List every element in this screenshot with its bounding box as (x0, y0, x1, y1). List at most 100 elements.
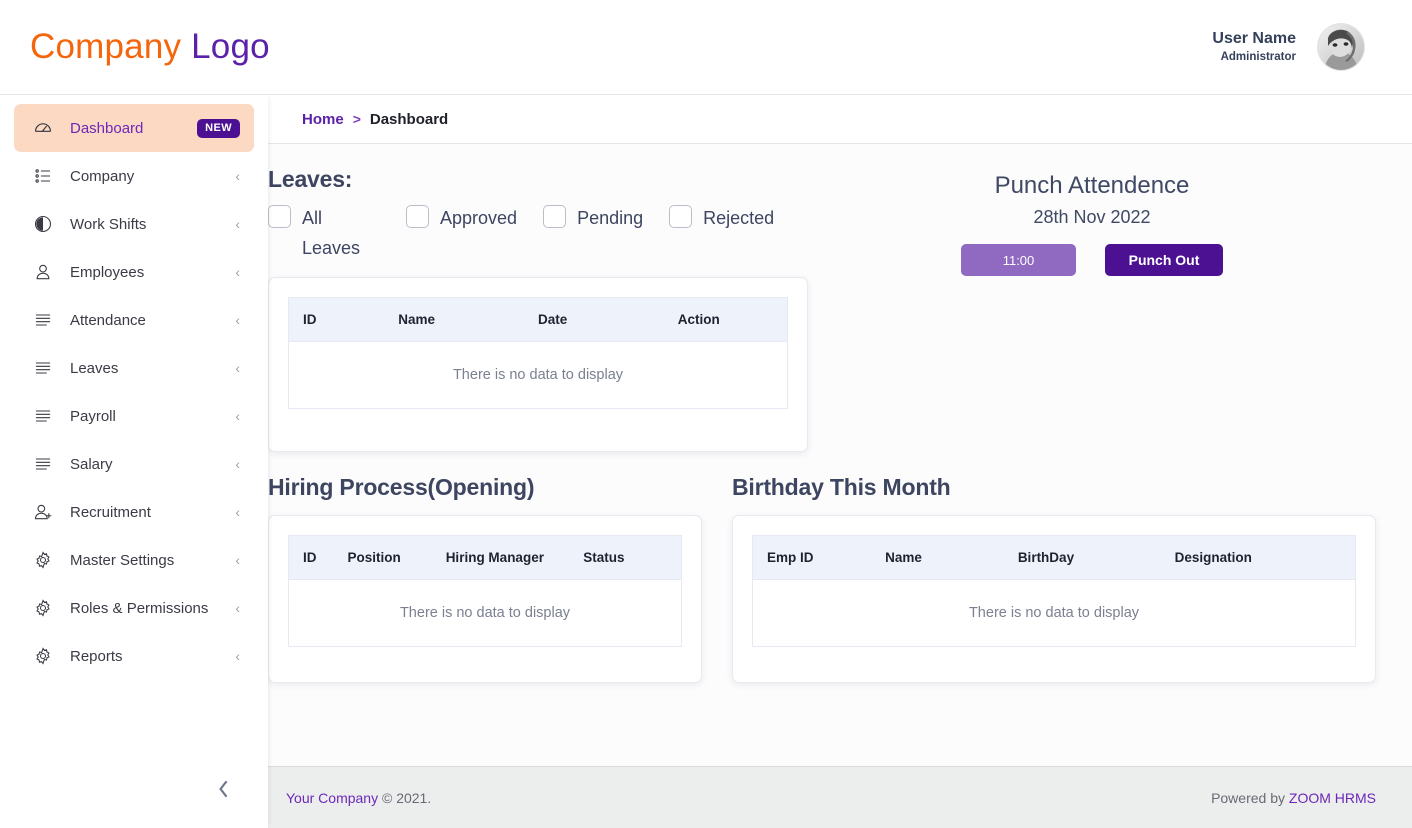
footer-company-link[interactable]: Your Company (286, 790, 378, 806)
hiring-table: ID Position Hiring Manager Status There … (288, 535, 683, 648)
column-header: ID (288, 535, 348, 581)
footer-left: Your Company © 2021. (286, 790, 431, 806)
table-row: There is no data to display (288, 341, 788, 410)
column-header: Date (537, 297, 678, 343)
sidebar-item-recruitment[interactable]: Recruitment ‹ (14, 488, 254, 536)
footer-powered-link[interactable]: ZOOM HRMS (1289, 790, 1376, 806)
logo-text-secondary: Logo (191, 27, 270, 66)
sidebar-item-label: Work Shifts (70, 215, 147, 233)
sidebar-item-leaves[interactable]: Leaves ‹ (14, 344, 254, 392)
user-role: Administrator (1220, 51, 1296, 64)
column-header: Hiring Manager (445, 535, 584, 581)
leaves-section: Leaves: All Leaves Approved Pending Reje… (268, 166, 808, 453)
chevron-left-icon: ‹ (235, 456, 240, 472)
column-header: BirthDay (1017, 535, 1175, 581)
chevron-left-icon: ‹ (235, 648, 240, 664)
gear-icon (30, 598, 56, 618)
sidebar-item-label: Company (70, 167, 135, 185)
sidebar-item-label: Roles & Permissions (70, 599, 209, 617)
chevron-left-icon: ‹ (235, 312, 240, 328)
filter-approved[interactable]: Approved (406, 204, 517, 234)
punch-date: 28th Nov 2022 (1033, 207, 1151, 227)
table-header-row: Emp ID Name BirthDay Designation (752, 535, 1356, 581)
sidebar-item-payroll[interactable]: Payroll ‹ (14, 392, 254, 440)
lines-icon (30, 310, 56, 330)
breadcrumb-separator: > (352, 111, 361, 127)
user-name: User Name (1212, 30, 1296, 48)
column-header: Designation (1174, 535, 1356, 581)
sidebar-item-salary[interactable]: Salary ‹ (14, 440, 254, 488)
filter-rejected[interactable]: Rejected (669, 204, 774, 234)
leaves-title: Leaves: (268, 166, 353, 192)
user-avatar-photo-icon (1318, 24, 1364, 70)
sidebar-item-employees[interactable]: Employees ‹ (14, 248, 254, 296)
speedometer-icon (30, 118, 56, 138)
sidebar-badge-new: NEW (197, 118, 240, 138)
column-header: Name (885, 535, 1018, 581)
punch-out-button[interactable]: Punch Out (1105, 244, 1223, 276)
leaves-card: ID Name Date Action There is no data to … (268, 277, 808, 453)
chevron-left-icon: ‹ (235, 168, 240, 184)
lines-icon (30, 406, 56, 426)
sidebar-item-label: Leaves (70, 359, 119, 377)
chevron-left-icon: ‹ (235, 408, 240, 424)
footer-right: Powered by ZOOM HRMS (1211, 790, 1376, 806)
main-area: Home > Dashboard Leaves: All Leaves Appr… (268, 95, 1412, 828)
chevron-left-icon: ‹ (235, 216, 240, 232)
empty-state-text: There is no data to display (752, 579, 1356, 648)
person-plus-icon (30, 502, 56, 522)
sidebar-item-master-settings[interactable]: Master Settings ‹ (14, 536, 254, 584)
column-header: Status (583, 535, 683, 581)
hiring-section: Hiring Process(Opening) ID Position Hiri… (268, 474, 702, 684)
breadcrumb-home-link[interactable]: Home (302, 111, 344, 128)
dashboard-content: Leaves: All Leaves Approved Pending Reje… (268, 144, 1412, 766)
column-header: Position (347, 535, 446, 581)
punch-title: Punch Attendence (994, 172, 1190, 199)
sidebar-nav: Dashboard NEW Company ‹ Work Shifts ‹ Em… (0, 95, 268, 680)
checkbox-rejected[interactable] (669, 205, 693, 228)
sidebar-item-work-shifts[interactable]: Work Shifts ‹ (14, 200, 254, 248)
chevron-left-icon: ‹ (235, 360, 240, 376)
birthday-card: Emp ID Name BirthDay Designation There i… (732, 515, 1376, 684)
checkbox-pending[interactable] (543, 205, 567, 228)
chevron-left-icon: ‹ (235, 552, 240, 568)
hiring-card: ID Position Hiring Manager Status There … (268, 515, 702, 684)
sidebar-item-attendance[interactable]: Attendance ‹ (14, 296, 254, 344)
filter-pending[interactable]: Pending (543, 204, 643, 234)
punch-attendance-panel: Punch Attendence 28th Nov 2022 11:00 Pun… (808, 166, 1376, 276)
brand-logo[interactable]: Company Logo (0, 27, 270, 67)
sidebar-item-label: Reports (70, 647, 123, 665)
punch-time-button[interactable]: 11:00 (961, 244, 1076, 276)
column-header: ID (288, 297, 399, 343)
checkbox-approved[interactable] (406, 205, 429, 228)
filter-label: Rejected (703, 208, 775, 228)
empty-state-text: There is no data to display (288, 579, 682, 648)
sidebar-item-label: Salary (70, 455, 113, 473)
person-icon (30, 262, 56, 282)
hiring-title: Hiring Process(Opening) (268, 474, 535, 501)
chevron-left-icon: ‹ (235, 504, 240, 520)
birthday-table: Emp ID Name BirthDay Designation There i… (752, 535, 1356, 648)
checkbox-all-leaves[interactable] (268, 205, 291, 228)
sidebar-item-label: Attendance (70, 311, 146, 329)
column-header: Name (398, 297, 538, 343)
avatar[interactable] (1318, 24, 1364, 70)
sidebar-item-dashboard[interactable]: Dashboard NEW (14, 104, 254, 152)
filter-all-leaves[interactable]: All Leaves (268, 204, 364, 263)
sidebar-item-label: Dashboard (70, 119, 144, 137)
filter-label: All Leaves (302, 208, 361, 258)
breadcrumb: Home > Dashboard (268, 95, 1412, 144)
sidebar-item-company[interactable]: Company ‹ (14, 152, 254, 200)
filter-label: Approved (440, 208, 518, 228)
sidebar-item-reports[interactable]: Reports ‹ (14, 632, 254, 680)
sidebar-item-roles-permissions[interactable]: Roles & Permissions ‹ (14, 584, 254, 632)
empty-state-text: There is no data to display (288, 341, 788, 410)
table-row: There is no data to display (288, 579, 682, 648)
app-root: Company Logo User Name Administrator Das… (0, 0, 1412, 828)
leaves-filter-group: All Leaves Approved Pending Rejected (268, 204, 808, 263)
header-user-area[interactable]: User Name Administrator (1212, 24, 1412, 70)
footer-copyright: © 2021. (381, 789, 432, 806)
body-row: Dashboard NEW Company ‹ Work Shifts ‹ Em… (0, 95, 1412, 828)
sidebar-item-label: Recruitment (70, 503, 151, 521)
sidebar-collapse-toggle[interactable] (0, 750, 268, 828)
